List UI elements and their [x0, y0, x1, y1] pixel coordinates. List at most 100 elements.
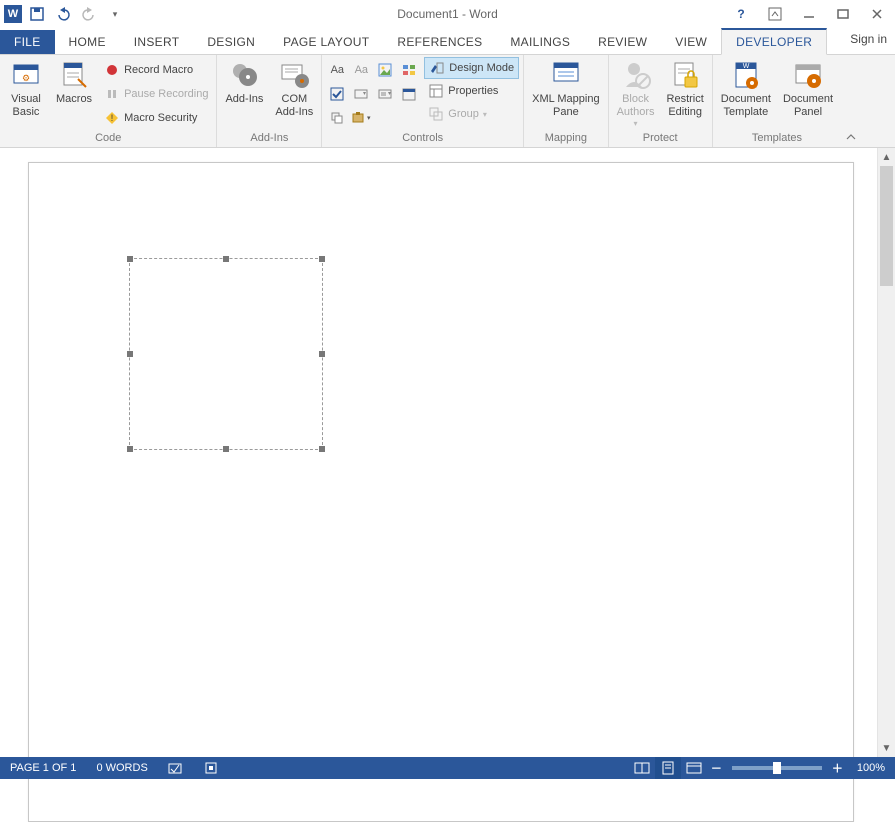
page[interactable] — [28, 162, 854, 822]
tab-design[interactable]: DESIGN — [193, 30, 269, 54]
resize-handle-n[interactable] — [223, 256, 229, 262]
checkbox-control-icon[interactable] — [326, 83, 348, 105]
restrict-editing-button[interactable]: Restrict Editing — [663, 57, 708, 121]
tab-page-layout[interactable]: PAGE LAYOUT — [269, 30, 383, 54]
record-macro-button[interactable]: Record Macro — [100, 59, 212, 81]
collapse-ribbon-icon[interactable] — [841, 55, 861, 147]
zoom-slider-knob[interactable] — [773, 762, 781, 774]
group-mapping-label: Mapping — [528, 130, 603, 147]
title-bar: W ▾ Document1 - Word ? — [0, 0, 895, 28]
macro-security-icon: ! — [104, 110, 120, 126]
document-panel-label: Document Panel — [783, 93, 833, 119]
group-mapping: XML Mapping Pane Mapping — [524, 55, 608, 147]
close-icon[interactable] — [863, 4, 891, 24]
print-layout-view-icon[interactable] — [655, 757, 681, 779]
document-template-icon: W — [730, 59, 762, 91]
macros-button[interactable]: Macros — [52, 57, 96, 108]
ribbon: ⚙ Visual Basic Macros Record Macro Pause… — [0, 54, 895, 148]
selected-object-placeholder[interactable] — [129, 258, 323, 450]
design-mode-button[interactable]: Design Mode — [424, 57, 519, 79]
ribbon-display-options-icon[interactable] — [761, 4, 789, 24]
xml-mapping-label: XML Mapping Pane — [532, 93, 599, 119]
group-code-label: Code — [4, 130, 212, 147]
group-controls: Aa Aa ▾ Design Mode Properties — [322, 55, 524, 147]
resize-handle-ne[interactable] — [319, 256, 325, 262]
rich-text-control-icon[interactable]: Aa — [326, 59, 348, 81]
xml-mapping-pane-button[interactable]: XML Mapping Pane — [528, 57, 603, 121]
scroll-down-icon[interactable]: ▼ — [878, 739, 895, 757]
vertical-scrollbar[interactable]: ▲ ▼ — [877, 148, 895, 757]
addins-label: Add-Ins — [225, 93, 263, 106]
qat-customize-icon[interactable]: ▾ — [104, 3, 126, 25]
tab-home[interactable]: HOME — [55, 30, 120, 54]
macros-icon — [58, 59, 90, 91]
page-number-status[interactable]: PAGE 1 OF 1 — [0, 762, 86, 774]
group-button: Group ▾ — [424, 103, 519, 125]
dropdown-control-icon[interactable] — [374, 83, 396, 105]
macros-label: Macros — [56, 93, 92, 106]
scroll-thumb[interactable] — [880, 166, 893, 286]
zoom-level[interactable]: 100% — [847, 762, 895, 774]
undo-icon[interactable] — [52, 3, 74, 25]
spellcheck-status-icon[interactable] — [158, 761, 194, 775]
group-templates: W Document Template Document Panel Templ… — [713, 55, 841, 147]
combobox-control-icon[interactable] — [350, 83, 372, 105]
tab-review[interactable]: REVIEW — [584, 30, 661, 54]
zoom-out-button[interactable]: － — [707, 760, 726, 776]
svg-text:!: ! — [111, 113, 114, 123]
save-icon[interactable] — [26, 3, 48, 25]
read-mode-view-icon[interactable] — [629, 757, 655, 779]
redo-icon[interactable] — [78, 3, 100, 25]
window-title: Document1 - Word — [397, 7, 497, 21]
macro-security-button[interactable]: ! Macro Security — [100, 107, 212, 129]
ribbon-tabs: FILE HOME INSERT DESIGN PAGE LAYOUT REFE… — [0, 28, 895, 54]
document-panel-button[interactable]: Document Panel — [779, 57, 837, 121]
macro-status-icon[interactable] — [194, 761, 228, 775]
resize-handle-se[interactable] — [319, 446, 325, 452]
addins-button[interactable]: Add-Ins — [221, 57, 267, 108]
legacy-tools-icon[interactable]: ▾ — [350, 107, 372, 129]
picture-control-icon[interactable] — [374, 59, 396, 81]
chevron-down-icon: ▾ — [483, 110, 487, 119]
visual-basic-icon: ⚙ — [10, 59, 42, 91]
resize-handle-nw[interactable] — [127, 256, 133, 262]
tab-file[interactable]: FILE — [0, 30, 55, 54]
block-authors-button: Block Authors ▾ — [613, 57, 659, 130]
document-template-button[interactable]: W Document Template — [717, 57, 775, 121]
plain-text-control-icon[interactable]: Aa — [350, 59, 372, 81]
tab-mailings[interactable]: MAILINGS — [496, 30, 584, 54]
sign-in-link[interactable]: Sign in — [850, 32, 887, 46]
visual-basic-button[interactable]: ⚙ Visual Basic — [4, 57, 48, 121]
com-addins-icon — [278, 59, 310, 91]
zoom-slider[interactable] — [732, 766, 822, 770]
tab-references[interactable]: REFERENCES — [383, 30, 496, 54]
date-picker-control-icon[interactable] — [398, 83, 420, 105]
addins-icon — [228, 59, 260, 91]
building-block-control-icon[interactable] — [398, 59, 420, 81]
zoom-in-button[interactable]: ＋ — [828, 760, 847, 776]
resize-handle-w[interactable] — [127, 351, 133, 357]
tab-view[interactable]: VIEW — [661, 30, 721, 54]
pause-recording-label: Pause Recording — [124, 88, 208, 100]
svg-text:⚙: ⚙ — [22, 73, 30, 83]
minimize-icon[interactable] — [795, 4, 823, 24]
web-layout-view-icon[interactable] — [681, 757, 707, 779]
help-icon[interactable]: ? — [727, 4, 755, 24]
tab-developer[interactable]: DEVELOPER — [721, 28, 827, 55]
controls-gallery: Aa Aa ▾ — [326, 57, 420, 129]
window-controls: ? — [727, 0, 891, 28]
resize-handle-s[interactable] — [223, 446, 229, 452]
scroll-up-icon[interactable]: ▲ — [878, 148, 895, 166]
properties-button[interactable]: Properties — [424, 80, 519, 102]
word-count-status[interactable]: 0 WORDS — [86, 762, 157, 774]
com-addins-button[interactable]: COM Add-Ins — [271, 57, 317, 121]
repeating-section-control-icon[interactable] — [326, 107, 348, 129]
tab-insert[interactable]: INSERT — [120, 30, 194, 54]
xml-mapping-icon — [550, 59, 582, 91]
group-icon — [428, 106, 444, 122]
group-protect-label: Protect — [613, 130, 708, 147]
maximize-icon[interactable] — [829, 4, 857, 24]
resize-handle-sw[interactable] — [127, 446, 133, 452]
resize-handle-e[interactable] — [319, 351, 325, 357]
record-macro-label: Record Macro — [124, 64, 193, 76]
